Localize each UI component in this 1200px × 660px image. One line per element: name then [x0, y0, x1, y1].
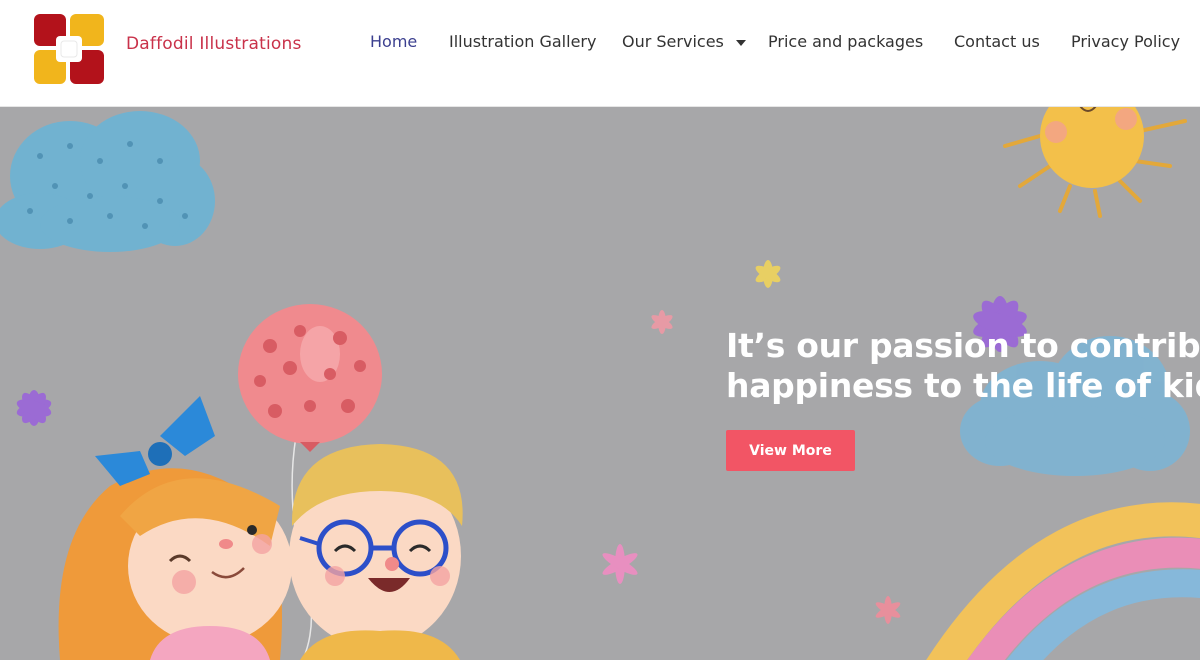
hero-headline-line-1: It’s our passion to contribut: [726, 326, 1200, 365]
hero-banner: It’s our passion to contribut happiness …: [0, 106, 1200, 660]
chevron-down-icon: [735, 39, 746, 46]
nav-our-services[interactable]: Our Services: [622, 32, 746, 51]
flower-yellow: [755, 260, 781, 288]
nav-illustration-gallery[interactable]: Illustration Gallery: [449, 32, 596, 51]
nav-price-and-packages[interactable]: Price and packages: [768, 32, 923, 51]
main-nav: Home Illustration Gallery Our Services P…: [0, 0, 1200, 86]
girl-character: [58, 396, 292, 660]
flower-purple-left: [16, 390, 52, 426]
boy-character: [289, 444, 463, 660]
nav-contact-us[interactable]: Contact us: [954, 32, 1040, 51]
flower-pink-mid: [602, 544, 638, 584]
nav-privacy-policy[interactable]: Privacy Policy: [1071, 32, 1180, 51]
view-more-button[interactable]: View More: [726, 430, 855, 471]
flower-pink-bottom: [875, 596, 901, 624]
nav-our-services-label: Our Services: [622, 32, 724, 51]
nav-home[interactable]: Home: [370, 32, 417, 51]
hero-headline-line-2: happiness to the life of kids.: [726, 366, 1200, 405]
site-header: Daffodil Illustrations Home Illustration…: [0, 0, 1200, 107]
hero-headline: It’s our passion to contribut happiness …: [726, 326, 1200, 406]
rainbow: [926, 502, 1200, 660]
flower-pink-small: [651, 310, 673, 334]
cloud-top-left: [0, 111, 215, 252]
